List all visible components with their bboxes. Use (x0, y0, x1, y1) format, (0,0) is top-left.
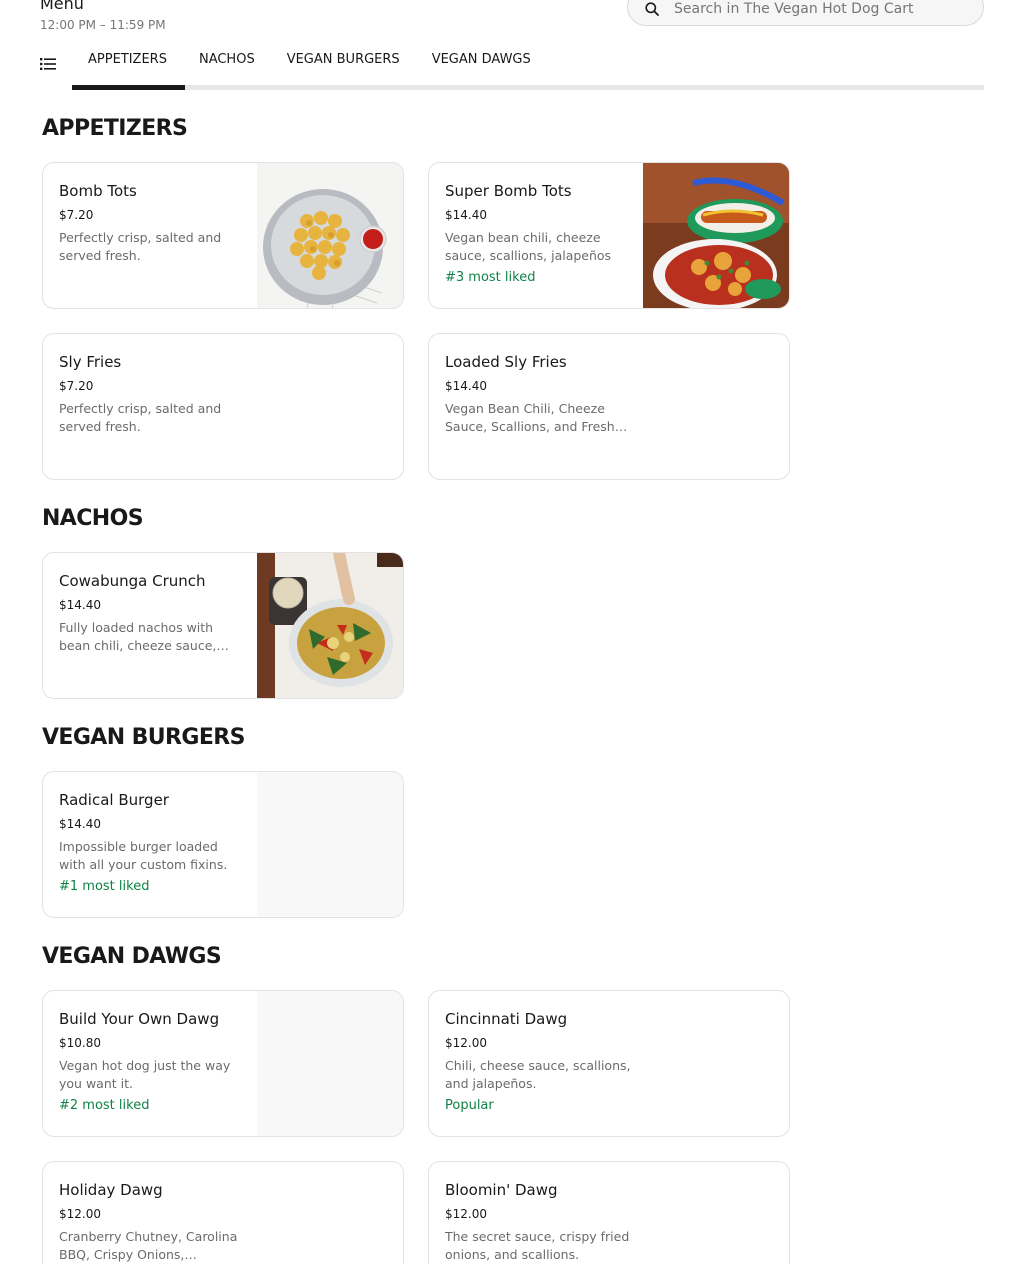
item-price: $14.40 (445, 379, 487, 393)
section-title-appetizers: APPETIZERS (42, 116, 188, 141)
menu-item-card[interactable]: Radical Burger $14.40 Impossible burger … (42, 771, 404, 918)
nachos-photo (257, 553, 403, 698)
section-title-vegan-dawgs: VEGAN DAWGS (42, 944, 222, 969)
image-placeholder (257, 772, 403, 917)
search-icon (644, 1, 660, 17)
menu-item-card[interactable]: Bloomin' Dawg $12.00 The secret sauce, c… (428, 1161, 790, 1264)
item-price: $14.40 (445, 208, 487, 222)
section-title-vegan-burgers: VEGAN BURGERS (42, 725, 245, 750)
item-description: Perfectly crisp, salted and served fresh… (59, 401, 222, 434)
item-description: Cranberry Chutney, Carolina BBQ, Crispy … (59, 1229, 238, 1262)
section-title-nachos: NACHOS (42, 506, 144, 531)
item-name: Radical Burger (59, 791, 169, 809)
search-input[interactable] (674, 0, 964, 19)
item-price: $10.80 (59, 1036, 101, 1050)
item-name: Bloomin' Dawg (445, 1181, 558, 1199)
item-price: $14.40 (59, 817, 101, 831)
item-badge: #3 most liked (445, 270, 536, 285)
item-name: Sly Fries (59, 353, 122, 371)
item-description: Vegan hot dog just the way you want it. (59, 1058, 231, 1091)
menu-item-card[interactable]: Cincinnati Dawg $12.00 Chili, cheese sau… (428, 990, 790, 1137)
item-price: $12.00 (445, 1036, 487, 1050)
tab-appetizers[interactable]: APPETIZERS (72, 40, 183, 86)
item-badge: Popular (445, 1098, 494, 1113)
item-price: $7.20 (59, 208, 94, 222)
item-description: Chili, cheese sauce, scallions, and jala… (445, 1058, 631, 1091)
item-name: Cincinnati Dawg (445, 1010, 568, 1028)
menu-item-card[interactable]: Holiday Dawg $12.00 Cranberry Chutney, C… (42, 1161, 404, 1264)
item-name: Loaded Sly Fries (445, 353, 567, 371)
menu-item-card[interactable]: Sly Fries $7.20 Perfectly crisp, salted … (42, 333, 404, 480)
item-name: Holiday Dawg (59, 1181, 163, 1199)
item-description: Fully loaded nachos with bean chili, che… (59, 620, 229, 653)
tab-track (72, 85, 984, 90)
item-name: Cowabunga Crunch (59, 572, 206, 590)
item-description: Perfectly crisp, salted and served fresh… (59, 230, 222, 263)
tab-nachos[interactable]: NACHOS (183, 40, 271, 86)
menu-title: Menu (40, 0, 84, 13)
menu-item-card[interactable]: Bomb Tots $7.20 Perfectly crisp, salted … (42, 162, 404, 309)
item-name: Super Bomb Tots (445, 182, 572, 200)
menu-hours: 12:00 PM – 11:59 PM (40, 18, 166, 32)
item-price: $14.40 (59, 598, 101, 612)
menu-item-card[interactable]: Loaded Sly Fries $14.40 Vegan Bean Chili… (428, 333, 790, 480)
menu-item-card[interactable]: Cowabunga Crunch $14.40 Fully loaded nac… (42, 552, 404, 699)
tab-vegan-burgers[interactable]: VEGAN BURGERS (271, 40, 416, 86)
item-badge: #2 most liked (59, 1098, 150, 1113)
menu-item-card[interactable]: Build Your Own Dawg $10.80 Vegan hot dog… (42, 990, 404, 1137)
tots-photo (257, 163, 403, 308)
menu-header: Menu 12:00 PM – 11:59 PM APPETIZERS NACH… (0, 0, 1024, 92)
category-tabs: APPETIZERS NACHOS VEGAN BURGERS VEGAN DA… (72, 40, 547, 90)
image-placeholder (257, 991, 403, 1136)
category-list-icon[interactable] (40, 56, 56, 70)
item-description: The secret sauce, crispy fried onions, a… (445, 1229, 630, 1262)
item-description: Vegan bean chili, cheeze sauce, scallion… (445, 230, 612, 263)
item-badge: #1 most liked (59, 879, 150, 894)
menu-item-card[interactable]: Super Bomb Tots $14.40 Vegan bean chili,… (428, 162, 790, 309)
loaded-tots-photo (643, 163, 789, 308)
item-price: $12.00 (445, 1207, 487, 1221)
item-price: $12.00 (59, 1207, 101, 1221)
search-box[interactable] (627, 0, 984, 26)
item-price: $7.20 (59, 379, 94, 393)
tab-active-indicator (72, 85, 185, 90)
item-name: Bomb Tots (59, 182, 137, 200)
item-description: Impossible burger loaded with all your c… (59, 839, 228, 872)
item-description: Vegan Bean Chili, Cheeze Sauce, Scallion… (445, 401, 628, 434)
tab-vegan-dawgs[interactable]: VEGAN DAWGS (416, 40, 547, 86)
item-name: Build Your Own Dawg (59, 1010, 220, 1028)
